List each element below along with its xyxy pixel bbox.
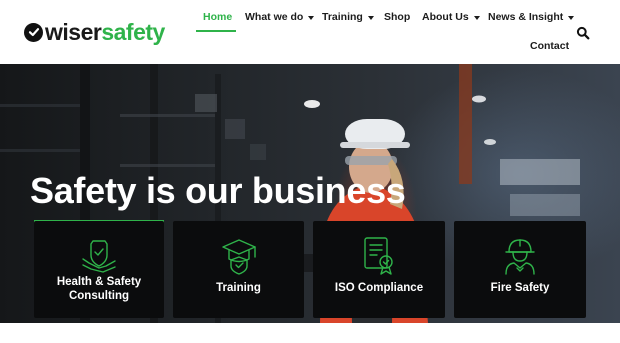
nav-active-indicator [196,30,236,32]
nav-about-us[interactable]: About Us [422,11,480,23]
nav-home[interactable]: Home [203,11,232,23]
nav-training[interactable]: Training [322,11,374,23]
nav-news-insight[interactable]: News & Insight [488,11,575,23]
certificate-icon [364,237,393,275]
nav-contact-label: Contact [530,40,570,52]
card-fire-safety[interactable]: Fire Safety [454,221,586,318]
chevron-down-icon [568,15,575,20]
wisersafety-logo[interactable]: wisersafety [24,20,165,44]
nav-what-we-do[interactable]: What we do [245,11,315,23]
logo-wiser-text: wiser [45,19,102,45]
checkmark-icon [24,22,43,42]
card-health-safety-consulting-label: Health & Safety Consulting [56,276,142,302]
card-iso-compliance[interactable]: ISO Compliance [313,221,445,318]
card-fire-safety-label: Fire Safety [490,282,550,294]
search-button[interactable] [576,26,590,40]
card-training[interactable]: Training [173,221,304,318]
nav-shop[interactable]: Shop [384,11,410,23]
graduation-cap-shield-icon [221,239,256,275]
chevron-down-icon [473,15,480,20]
firefighter-icon [505,239,535,275]
hero-title: Safety is our business [30,170,406,211]
nav-home-label: Home [203,11,233,23]
nav-what-we-do-label: What we do [245,11,304,23]
hero-banner: Safety is our business Health & Safety C… [0,64,620,323]
nav-shop-label: Shop [384,11,411,23]
card-health-safety-consulting[interactable]: Health & Safety Consulting [34,221,164,318]
card-iso-compliance-label: ISO Compliance [334,282,424,294]
nav-news-insight-label: News & Insight [488,11,564,23]
logo-safety-text: safety [101,19,165,45]
search-icon [576,26,590,40]
nav-about-us-label: About Us [422,11,469,23]
logo-text: wisersafety [45,20,165,44]
chevron-down-icon [308,15,315,20]
nav-training-label: Training [322,11,363,23]
hands-shield-icon [82,240,116,273]
site-header: wisersafety Home What we do Training Sho… [0,0,620,64]
nav-contact[interactable]: Contact [530,40,569,52]
chevron-down-icon [367,15,374,20]
card-training-label: Training [216,282,261,294]
